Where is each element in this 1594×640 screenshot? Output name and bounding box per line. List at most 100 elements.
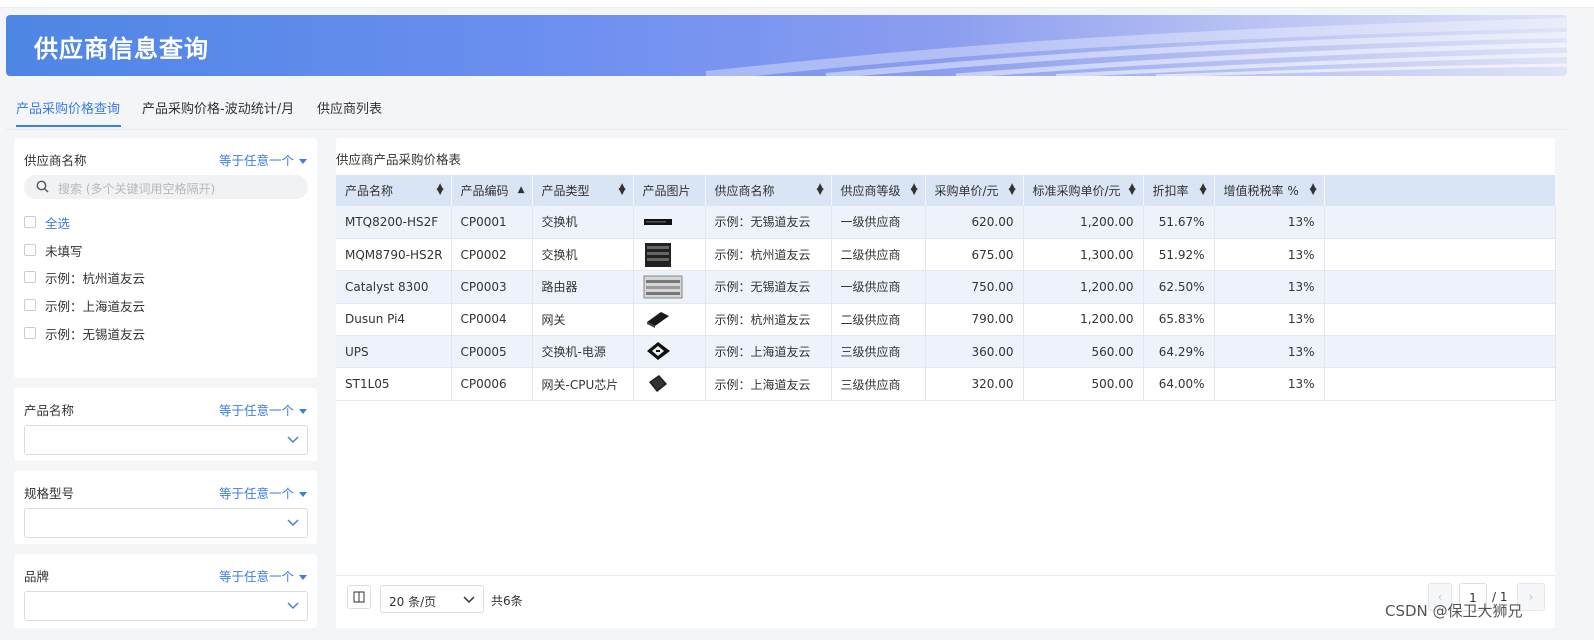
page-size-select[interactable]: 20 条/页: [380, 585, 484, 613]
filter-brand-panel: 品牌 等于任意一个: [14, 554, 317, 628]
cell-filler: [1324, 206, 1556, 239]
filter-product-mode[interactable]: 等于任意一个: [219, 400, 307, 419]
cell-tax: 13%: [1214, 335, 1325, 369]
tab-price-monthly[interactable]: 产品采购价格-波动统计/月: [142, 98, 294, 117]
cell-product-image[interactable]: [633, 303, 706, 337]
sort-both-icon[interactable]: ▲ ▼: [817, 183, 824, 197]
sort-both-icon[interactable]: ▲ ▼: [911, 183, 918, 197]
filter-product-panel: 产品名称 等于任意一个: [14, 388, 317, 461]
filter-spec-title: 规格型号: [24, 486, 75, 501]
cell-filler: [1324, 270, 1556, 304]
header-label: 产品图片: [642, 184, 691, 198]
cell-discount: 64.29%: [1143, 335, 1215, 369]
sort-both-icon[interactable]: ▲ ▼: [619, 183, 626, 197]
checkbox[interactable]: [24, 216, 36, 228]
brand-select[interactable]: [24, 591, 308, 621]
filter-supplier-mode-label: 等于任意一个: [218, 153, 294, 168]
cell-supplier-name: 示例：无锡道友云: [705, 206, 832, 239]
filter-brand-title: 品牌: [24, 569, 50, 584]
cell-std-price: 560.00: [1023, 335, 1144, 369]
column-header-product-type[interactable]: 产品类型 ▲ ▼: [532, 175, 634, 206]
checkbox[interactable]: [24, 327, 36, 339]
sort-both-icon[interactable]: ▲ ▼: [1009, 183, 1016, 197]
header-label: 供应商等级: [840, 184, 901, 198]
sort-both-icon[interactable]: ▲ ▼: [437, 183, 444, 197]
sort-both-icon[interactable]: ▲ ▼: [1200, 183, 1207, 197]
cell-std-price: 1,200.00: [1023, 303, 1144, 337]
cell-product-image[interactable]: [633, 335, 706, 369]
cell-product-code: CP0002: [451, 238, 533, 272]
cell-supplier-name: 示例：无锡道友云: [705, 270, 832, 304]
option-hangzhou[interactable]: 示例：杭州道友云: [24, 268, 145, 286]
supplier-search-input[interactable]: 搜索 (多个关键词用空格隔开): [24, 175, 308, 199]
column-header-filler: [1324, 175, 1556, 206]
option-wuxi[interactable]: 示例：无锡道友云: [24, 324, 145, 342]
cell-tax: 13%: [1214, 206, 1325, 239]
spec-select[interactable]: [24, 508, 308, 538]
page-banner: 供应商信息查询: [6, 15, 1567, 76]
cell-product-type: 路由器: [532, 270, 634, 304]
option-select-all[interactable]: 全选: [24, 213, 70, 231]
option-label: 示例：无锡道友云: [45, 326, 146, 342]
column-header-price[interactable]: 采购单价/元 ▲ ▼: [925, 175, 1024, 206]
checkbox[interactable]: [24, 271, 36, 283]
option-unfilled[interactable]: 未填写: [24, 241, 83, 259]
supplier-search-placeholder: 搜索 (多个关键词用空格隔开): [58, 182, 216, 196]
option-shanghai[interactable]: 示例：上海道友云: [24, 296, 145, 314]
active-tab-indicator: [16, 125, 121, 127]
top-strip: [0, 0, 1594, 8]
cell-filler: [1324, 303, 1556, 337]
cell-supplier-level: 二级供应商: [831, 303, 926, 337]
page-size-label: 20 条/页: [389, 595, 437, 609]
column-header-discount[interactable]: 折扣率 ▲ ▼: [1143, 175, 1215, 206]
price-table-panel: 供应商产品采购价格表 产品名称 ▲ ▼ 产品编码 ▲ 产品类型 ▲ ▼ 产品图片 供应商名…: [336, 138, 1556, 628]
column-header-tax[interactable]: 增值税税率 % ▲ ▼: [1214, 175, 1325, 206]
filter-product-title: 产品名称: [24, 403, 75, 418]
table-row[interactable]: MQM8790-HS2R CP0002 交换机 示例：杭州道友云 二级供应商 6…: [336, 238, 1556, 272]
column-header-product-image: 产品图片: [633, 175, 706, 206]
tab-price-query[interactable]: 产品采购价格查询: [16, 98, 120, 117]
column-header-supplier-name[interactable]: 供应商名称 ▲ ▼: [705, 175, 832, 206]
filter-supplier-mode[interactable]: 等于任意一个: [219, 150, 307, 169]
table-row[interactable]: ST1L05 CP0006 网关-CPU芯片 示例：上海道友云 三级供应商 32…: [336, 367, 1556, 401]
cell-filler: [1324, 238, 1556, 272]
cell-supplier-level: 二级供应商: [831, 238, 926, 272]
sort-asc-icon[interactable]: ▲: [518, 186, 525, 195]
cell-product-code: CP0006: [451, 367, 533, 401]
cell-product-type: 交换机-电源: [532, 335, 634, 369]
cell-product-image[interactable]: [633, 206, 706, 239]
column-header-supplier-level[interactable]: 供应商等级 ▲ ▼: [831, 175, 926, 206]
table-row[interactable]: MTQ8200-HS2F CP0001 交换机 示例：无锡道友云 一级供应商 6…: [336, 206, 1556, 239]
switch-1u-image: [643, 219, 672, 226]
sort-both-icon[interactable]: ▲ ▼: [1129, 183, 1136, 197]
cell-product-image[interactable]: [633, 270, 706, 304]
column-header-std-price[interactable]: 标准采购单价/元 ▲ ▼: [1023, 175, 1144, 206]
product-select[interactable]: [24, 425, 308, 455]
header-label: 产品编码: [460, 184, 509, 198]
cell-product-image[interactable]: [633, 238, 706, 272]
cell-product-image[interactable]: [633, 367, 706, 401]
table-row[interactable]: Dusun Pi4 CP0004 网关 示例：杭州道友云 二级供应商 790.0…: [336, 303, 1556, 337]
tab-supplier-list[interactable]: 供应商列表: [317, 98, 382, 117]
column-settings-button[interactable]: [347, 585, 371, 609]
cell-std-price: 500.00: [1023, 367, 1144, 401]
pagination-bar: 20 条/页 共6条 ‹ 1 / 1 ›: [336, 575, 1555, 628]
checkbox[interactable]: [24, 244, 36, 256]
cell-supplier-name: 示例：杭州道友云: [705, 238, 832, 272]
table-row[interactable]: UPS CP0005 交换机-电源 示例：上海道友云 三级供应商 360.00 …: [336, 335, 1556, 369]
checkbox[interactable]: [24, 299, 36, 311]
tab-bar: 产品采购价格查询 产品采购价格-波动统计/月 供应商列表: [6, 84, 1567, 130]
cell-std-price: 1,200.00: [1023, 270, 1144, 304]
table-row[interactable]: Catalyst 8300 CP0003 路由器 示例：无锡道友云 一级供应商 …: [336, 270, 1556, 304]
sort-both-icon[interactable]: ▲ ▼: [1310, 183, 1317, 197]
cell-price: 320.00: [925, 367, 1024, 401]
cell-discount: 51.67%: [1143, 206, 1215, 239]
filter-brand-mode[interactable]: 等于任意一个: [219, 566, 307, 585]
column-header-product-code[interactable]: 产品编码 ▲: [451, 175, 533, 206]
cell-discount: 65.83%: [1143, 303, 1215, 337]
filter-spec-mode[interactable]: 等于任意一个: [219, 483, 307, 502]
cell-product-code: CP0004: [451, 303, 533, 337]
cell-product-name: MQM8790-HS2R: [336, 238, 452, 272]
columns-icon: [353, 591, 365, 603]
column-header-product-name[interactable]: 产品名称 ▲ ▼: [336, 175, 452, 206]
